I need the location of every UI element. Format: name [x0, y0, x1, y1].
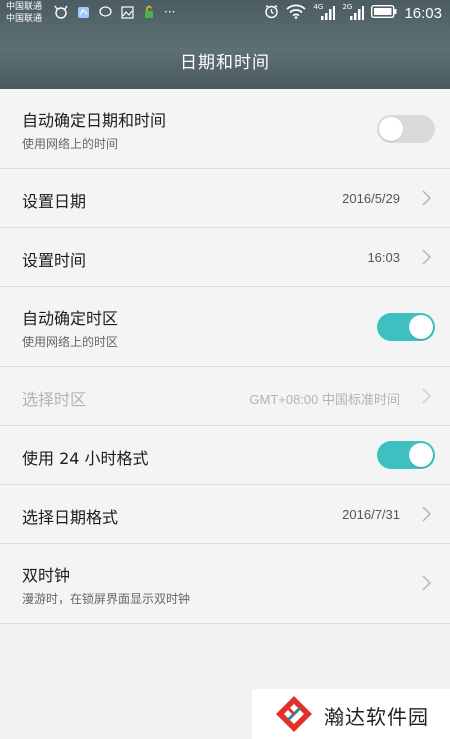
- battery-icon: [371, 4, 397, 21]
- chevron-right-icon: [422, 388, 432, 404]
- chevron-right-icon: [422, 190, 432, 206]
- notification-icons: ···: [54, 5, 175, 19]
- use-24-hour-row[interactable]: 使用 24 小时格式: [0, 426, 450, 485]
- setting-label: 设置时间: [22, 251, 87, 270]
- watermark: 瀚达软件园: [252, 689, 450, 739]
- toggle-knob: [409, 315, 433, 339]
- alarm-icon: [264, 4, 279, 22]
- page-title: 日期和时间: [180, 53, 270, 73]
- select-timezone-row: 选择时区 GMT+08:00 中国标准时间: [0, 367, 450, 426]
- app-notification-icon: [76, 5, 90, 19]
- toggle-knob: [379, 117, 403, 141]
- timezone-value: GMT+08:00 中国标准时间: [249, 392, 400, 407]
- setting-label: 自动确定时区: [22, 309, 119, 328]
- status-bar: 中国联通 中国联通 ··· 4G 2G 16:03: [0, 0, 450, 28]
- signal-4g-icon: 4G: [313, 3, 336, 21]
- clock: 16:03: [404, 4, 442, 22]
- watermark-text: 瀚达软件园: [324, 705, 429, 729]
- setting-description: 漫游时，在锁屏界面显示双时钟: [22, 592, 191, 606]
- setting-label: 使用 24 小时格式: [22, 449, 149, 468]
- settings-list: 自动确定日期和时间 使用网络上的时间 设置日期 2016/5/29 设置时间 1…: [0, 89, 450, 624]
- auto-timezone-row[interactable]: 自动确定时区 使用网络上的时区: [0, 287, 450, 367]
- wifi-icon: [286, 4, 307, 22]
- lock-icon: [142, 5, 156, 19]
- carrier-2: 中国联通: [6, 14, 43, 24]
- setting-description: 使用网络上的时间: [22, 137, 119, 151]
- setting-label: 双时钟: [22, 566, 71, 585]
- use-24-hour-toggle[interactable]: [377, 441, 435, 469]
- set-date-row[interactable]: 设置日期 2016/5/29: [0, 169, 450, 228]
- message-icon: [98, 5, 112, 19]
- mascot-icon: [54, 5, 68, 19]
- carrier-labels: 中国联通 中国联通: [6, 1, 42, 25]
- status-icons-right: 4G 2G 16:03: [264, 3, 442, 22]
- auto-date-time-toggle[interactable]: [377, 115, 435, 143]
- chevron-right-icon: [422, 249, 432, 265]
- time-value: 16:03: [367, 250, 400, 265]
- image-icon: [120, 5, 134, 19]
- setting-label: 自动确定日期和时间: [22, 111, 167, 130]
- date-format-row[interactable]: 选择日期格式 2016/7/31: [0, 485, 450, 544]
- carrier-1: 中国联通: [6, 2, 43, 12]
- toggle-knob: [409, 443, 433, 467]
- chevron-right-icon: [422, 575, 432, 591]
- more-notifications-icon: ···: [164, 5, 176, 19]
- chevron-right-icon: [422, 506, 432, 522]
- app-header: 中国联通 中国联通 ··· 4G 2G 16:03 日期和时间: [0, 0, 450, 89]
- auto-timezone-toggle[interactable]: [377, 313, 435, 341]
- setting-label: 选择日期格式: [22, 508, 119, 527]
- date-value: 2016/5/29: [342, 191, 400, 206]
- setting-label: 选择时区: [22, 390, 87, 409]
- auto-date-time-row[interactable]: 自动确定日期和时间 使用网络上的时间: [0, 89, 450, 169]
- signal-2g-icon: 2G: [342, 3, 365, 21]
- watermark-logo-icon: [274, 694, 314, 734]
- set-time-row[interactable]: 设置时间 16:03: [0, 228, 450, 287]
- dual-clock-row[interactable]: 双时钟 漫游时，在锁屏界面显示双时钟: [0, 544, 450, 624]
- setting-description: 使用网络上的时区: [22, 335, 119, 349]
- setting-label: 设置日期: [22, 192, 87, 211]
- date-format-value: 2016/7/31: [342, 507, 400, 522]
